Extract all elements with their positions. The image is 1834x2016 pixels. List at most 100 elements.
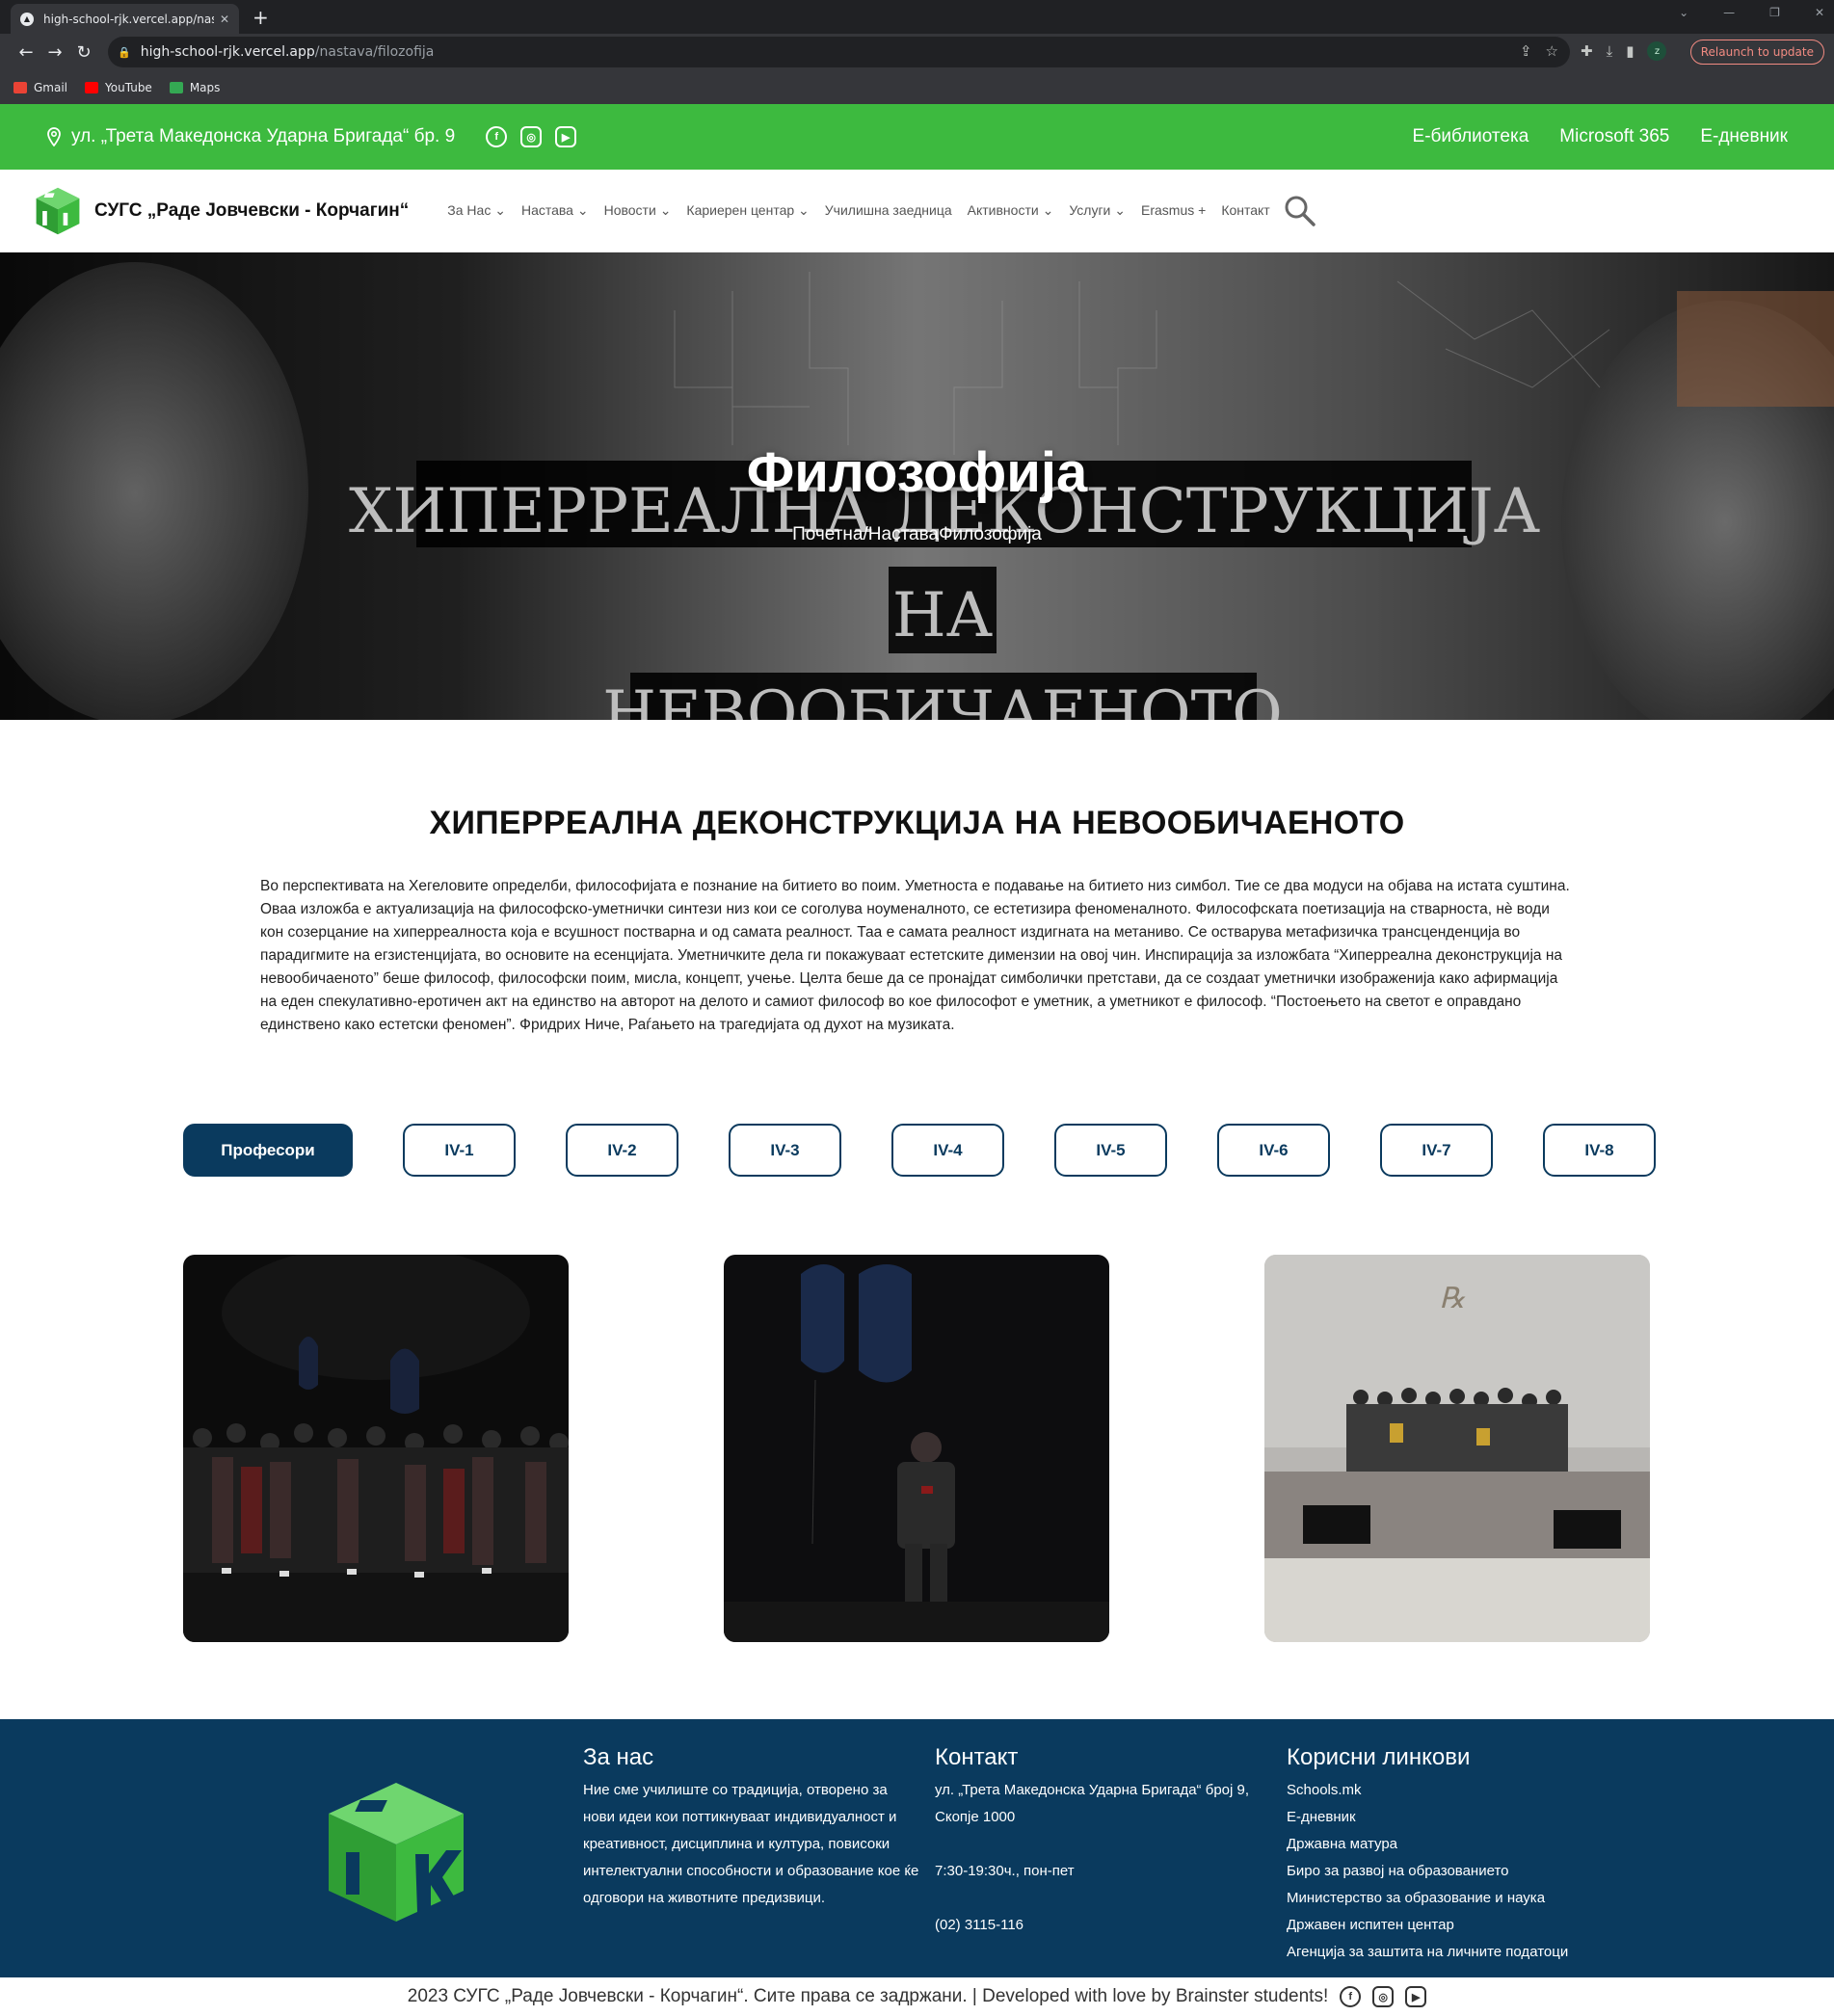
tab-iv-4[interactable]: IV-4 [891, 1124, 1004, 1177]
restore-icon[interactable]: ❐ [1769, 6, 1780, 19]
tab-title: high-school-rjk.vercel.app/nasta [43, 12, 214, 26]
footer-link-exam-center[interactable]: Државен испитен центар [1287, 1912, 1653, 1939]
footer-link-ministry[interactable]: Министерство за образование и наука [1287, 1885, 1653, 1912]
bookmark-star-icon[interactable]: ☆ [1546, 42, 1558, 60]
chevron-down-icon: ⌄ [659, 202, 672, 218]
poster-line-2: НА [892, 580, 993, 651]
page-title: Филозофија [746, 441, 1088, 504]
menu-item-contact[interactable]: Контакт [1221, 202, 1269, 219]
bookmarks-bar: Gmail YouTube Maps [0, 70, 1834, 104]
footer-contact: Контакт ул. „Трета Македонска Ударна Бри… [935, 1744, 1267, 1939]
chevron-down-icon: ⌄ [1042, 202, 1054, 218]
footer-link-schools[interactable]: Schools.mk [1287, 1777, 1653, 1804]
footer-logo[interactable] [318, 1775, 474, 1929]
footer-contact-phone[interactable]: (02) 3115-116 [935, 1912, 1267, 1939]
reload-icon[interactable]: ↻ [69, 42, 98, 63]
tab-search-icon[interactable]: ⌄ [1679, 6, 1688, 19]
site-footer: За нас Ние сме училиште со традиција, от… [0, 1719, 1834, 1977]
footer-link-state-matura[interactable]: Државна матура [1287, 1831, 1653, 1858]
youtube-icon [85, 81, 99, 93]
side-panel-icon[interactable]: ▮ [1626, 42, 1634, 60]
menu-item-career[interactable]: Кариерен центар ⌄ [686, 202, 809, 219]
menu-item-activities[interactable]: Активности ⌄ [968, 202, 1054, 219]
gallery-photo-speaker[interactable] [724, 1255, 1109, 1642]
school-logo[interactable] [31, 184, 85, 238]
browser-toolbar: ← → ↻ 🔒 high-school-rjk.vercel.app /nast… [0, 34, 1834, 70]
close-window-icon[interactable]: ✕ [1815, 6, 1824, 19]
search-icon[interactable] [1284, 195, 1316, 227]
instagram-icon[interactable]: ◎ [520, 126, 543, 147]
browser-tab[interactable]: ▲ high-school-rjk.vercel.app/nasta ✕ [11, 4, 239, 34]
window-controls: ⌄ — ❐ ✕ [1679, 6, 1824, 19]
top-info-bar: ул. „Трета Македонска Ударна Бригада“ бр… [0, 104, 1834, 170]
address-text: ул. „Трета Македонска Ударна Бригада“ бр… [71, 126, 456, 146]
maps-icon [169, 81, 183, 93]
facebook-icon[interactable]: f [486, 126, 508, 147]
e-diary-link[interactable]: Е-дневник [1700, 126, 1788, 147]
lock-icon[interactable]: 🔒 [118, 46, 131, 59]
footer-contact-title: Контакт [935, 1744, 1019, 1770]
main-navigation: СУГС „Раде Јовчевски - Корчагин“ За Нас … [0, 170, 1834, 252]
photo-gallery: ℞ [183, 1255, 1650, 1642]
relaunch-button[interactable]: Relaunch to update [1689, 40, 1824, 65]
tab-iv-1[interactable]: IV-1 [403, 1124, 516, 1177]
tab-strip: ▲ high-school-rjk.vercel.app/nasta ✕ + ⌄… [0, 0, 1834, 34]
instagram-icon[interactable]: ◎ [1372, 1986, 1395, 2007]
poster-line-3: НЕВООБИЧАЕНОТО [602, 678, 1282, 720]
nav-menu: За Нас ⌄ Настава ⌄ Новости ⌄ Кариерен це… [447, 202, 1269, 219]
chevron-down-icon: ⌄ [576, 202, 589, 218]
footer-about: За нас Ние сме училиште со традиција, от… [583, 1744, 920, 1912]
youtube-icon[interactable]: ▶ [1405, 1986, 1427, 2007]
gallery-photo-group[interactable]: ℞ [1264, 1255, 1650, 1642]
close-tab-icon[interactable]: ✕ [220, 13, 229, 26]
menu-item-services[interactable]: Услуги ⌄ [1069, 202, 1126, 219]
gallery-photo-stage-group[interactable] [183, 1255, 569, 1642]
social-links: f ◎ ▶ [486, 126, 577, 147]
footer-link-bureau[interactable]: Биро за развој на образованието [1287, 1858, 1653, 1885]
browser-chrome: ▲ high-school-rjk.vercel.app/nasta ✕ + ⌄… [0, 0, 1834, 104]
tab-iv-3[interactable]: IV-3 [729, 1124, 841, 1177]
e-library-link[interactable]: Е-библиотека [1413, 126, 1529, 147]
footer-link-data-protection[interactable]: Агенција за заштита на личните податоци [1287, 1939, 1653, 1966]
menu-item-about[interactable]: За Нас ⌄ [447, 202, 506, 219]
footer-useful-links: Корисни линкови Schools.mk Е-дневник Држ… [1287, 1744, 1653, 1966]
bookmark-gmail[interactable]: Gmail [13, 81, 67, 94]
school-name[interactable]: СУГС „Раде Јовчевски - Корчагин“ [94, 200, 409, 222]
footer-link-e-diary[interactable]: Е-дневник [1287, 1804, 1653, 1831]
menu-item-news[interactable]: Новости ⌄ [604, 202, 672, 219]
share-icon[interactable]: ⇪ [1520, 42, 1532, 60]
bookmark-youtube[interactable]: YouTube [85, 81, 152, 94]
school-address: ул. „Трета Македонска Ударна Бригада“ бр… [46, 126, 455, 147]
class-tabs: Професори IV-1 IV-2 IV-3 IV-4 IV-5 IV-6 … [183, 1124, 1656, 1177]
microsoft-365-link[interactable]: Microsoft 365 [1559, 126, 1669, 147]
menu-item-community[interactable]: Училишна заедница [825, 202, 952, 219]
gmail-icon [13, 81, 27, 93]
tab-iv-8[interactable]: IV-8 [1543, 1124, 1656, 1177]
forward-icon[interactable]: → [40, 42, 69, 63]
address-bar[interactable]: 🔒 high-school-rjk.vercel.app /nastava/fi… [108, 37, 1570, 67]
tab-iv-2[interactable]: IV-2 [566, 1124, 678, 1177]
tab-iv-7[interactable]: IV-7 [1380, 1124, 1493, 1177]
footer-about-title: За нас [583, 1744, 654, 1770]
menu-item-teaching[interactable]: Настава ⌄ [521, 202, 589, 219]
minimize-icon[interactable]: — [1723, 6, 1735, 19]
tab-professors[interactable]: Професори [183, 1124, 353, 1177]
tab-iv-5[interactable]: IV-5 [1054, 1124, 1167, 1177]
chevron-down-icon: ⌄ [798, 202, 810, 218]
back-icon[interactable]: ← [12, 42, 40, 63]
facebook-icon[interactable]: f [1340, 1986, 1362, 2007]
breadcrumb[interactable]: Почетна/НаставаФилозофија [0, 524, 1834, 545]
article-section: ХИПЕРРЕАЛНА ДЕКОНСТРУКЦИЈА НА НЕВООБИЧАЕ… [0, 805, 1834, 1037]
bookmark-maps[interactable]: Maps [169, 81, 220, 94]
tab-iv-6[interactable]: IV-6 [1217, 1124, 1330, 1177]
profile-avatar[interactable]: z [1647, 41, 1667, 61]
download-icon[interactable]: ⤓ [1607, 42, 1613, 60]
extensions-icon[interactable]: ✚ [1581, 42, 1593, 60]
new-tab-icon[interactable]: + [253, 6, 269, 29]
menu-item-erasmus[interactable]: Erasmus + [1141, 202, 1206, 219]
chevron-down-icon: ⌄ [494, 202, 506, 218]
youtube-icon[interactable]: ▶ [555, 126, 577, 147]
article-body: Во перспективата на Хегеловите определби… [260, 878, 1570, 1033]
top-links: Е-библиотека Microsoft 365 Е-дневник [1413, 126, 1788, 147]
footer-contact-address: ул. „Трета Македонска Ударна Бригада“ бр… [935, 1782, 1250, 1825]
